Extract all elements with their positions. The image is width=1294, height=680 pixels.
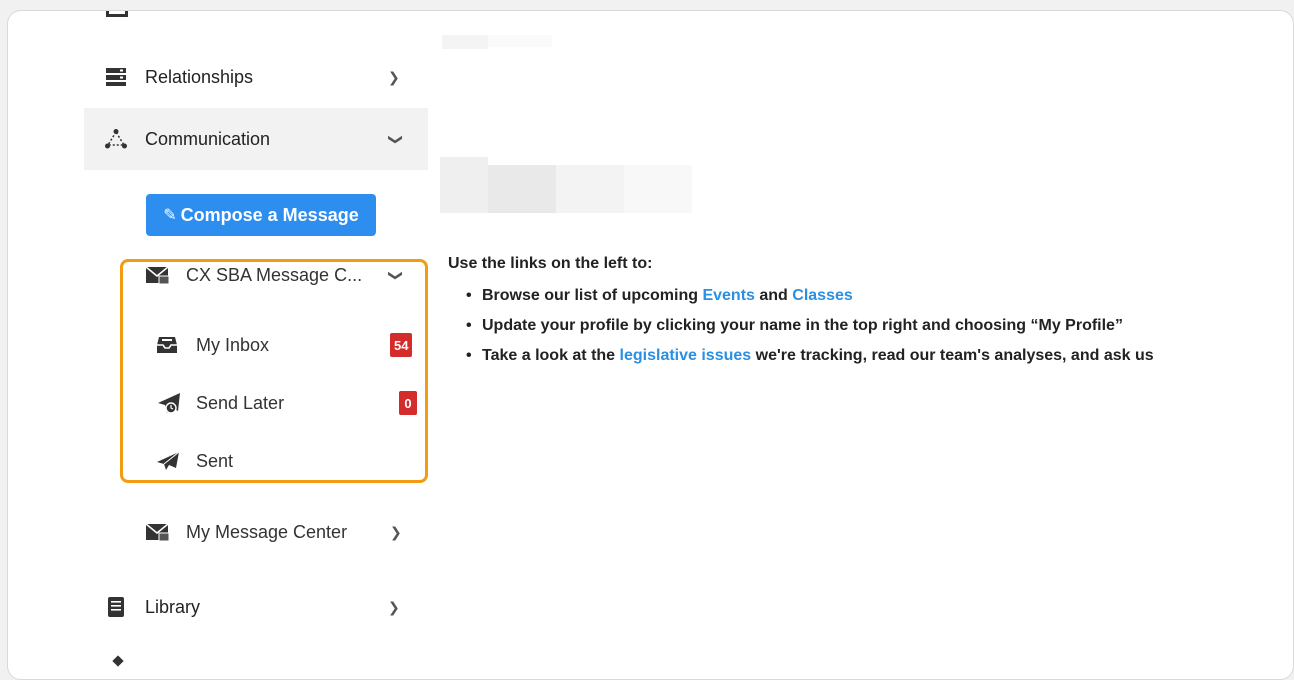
bullet-text: we're tracking, read our team's analyses… (751, 347, 1154, 364)
compose-label: Compose a Message (180, 204, 359, 225)
sidebar-item-communication[interactable]: Communication ❯ (84, 108, 428, 170)
classes-link[interactable]: Classes (792, 287, 853, 304)
blurred-title-block-4 (624, 165, 692, 213)
truncated-bottom-icon (112, 655, 124, 667)
sidebar-item-label: My Message Center (186, 521, 348, 542)
help-list: Browse our list of upcoming Events and C… (466, 287, 1236, 377)
events-link[interactable]: Events (702, 287, 754, 304)
compose-message-button[interactable]: ✎ Compose a Message (146, 194, 376, 236)
network-people-icon (104, 127, 128, 151)
sidebar-item-label: Communication (145, 128, 271, 149)
chevron-right-icon: ❯ (388, 598, 400, 615)
chevron-right-icon: ❯ (388, 68, 400, 85)
send-later-count-badge: 0 (399, 391, 417, 415)
chevron-down-icon: ❯ (388, 133, 405, 145)
sidebar-item-library[interactable]: Library ❯ (84, 576, 428, 638)
truncated-top-icon (106, 11, 128, 17)
sidebar-item-label: Sent (196, 450, 234, 471)
sidebar-item-label: Library (145, 596, 201, 617)
sidebar-item-my-message-center[interactable]: My Message Center ❯ (145, 512, 416, 552)
sidebar-item-label: Relationships (145, 66, 254, 87)
app-window: Relationships ❯ Communication ❯ ✎ Compos… (7, 10, 1294, 680)
book-icon (104, 595, 128, 619)
list-item: Browse our list of upcoming Events and C… (466, 287, 1236, 317)
envelope-icon (145, 265, 170, 290)
sidebar-item-sent[interactable]: Sent (156, 441, 426, 481)
chevron-right-icon: ❯ (390, 523, 402, 540)
envelope-icon (145, 522, 170, 547)
list-item: Update your profile by clicking your nam… (466, 317, 1236, 347)
sidebar-item-label: My Inbox (196, 334, 270, 355)
scheduled-send-icon (156, 391, 182, 420)
bullet-text: and (754, 287, 793, 304)
inbox-tray-icon (156, 335, 178, 360)
sidebar: Relationships ❯ Communication ❯ ✎ Compos… (84, 11, 428, 679)
sidebar-item-cx-sba-message-center[interactable]: CX SBA Message C... ❯ (145, 255, 416, 295)
intro-text: Use the links on the left to: (448, 255, 653, 272)
edit-icon: ✎ (163, 207, 177, 224)
server-list-icon (104, 65, 128, 89)
inbox-count-badge: 54 (390, 333, 413, 357)
blurred-header-small (442, 35, 488, 49)
sidebar-item-relationships[interactable]: Relationships ❯ (84, 46, 428, 108)
legislative-issues-link[interactable]: legislative issues (620, 347, 752, 364)
blurred-title-block-2 (488, 165, 556, 213)
sidebar-item-my-inbox[interactable]: My Inbox 54 (156, 325, 426, 365)
sidebar-item-label: Send Later (196, 392, 285, 413)
sidebar-item-label: CX SBA Message C... (186, 264, 363, 285)
blurred-title-block (440, 157, 488, 213)
paper-plane-icon (156, 451, 180, 476)
blurred-title-block-3 (556, 165, 624, 213)
sidebar-item-send-later[interactable]: Send Later 0 (156, 383, 426, 423)
bullet-text: Update your profile by clicking your nam… (482, 317, 1123, 334)
bullet-text: Take a look at the (482, 347, 620, 364)
list-item: Take a look at the legislative issues we… (466, 347, 1236, 377)
blurred-header-small-2 (488, 35, 552, 47)
bullet-text: Browse our list of upcoming (482, 287, 703, 304)
chevron-down-icon: ❯ (388, 269, 405, 281)
